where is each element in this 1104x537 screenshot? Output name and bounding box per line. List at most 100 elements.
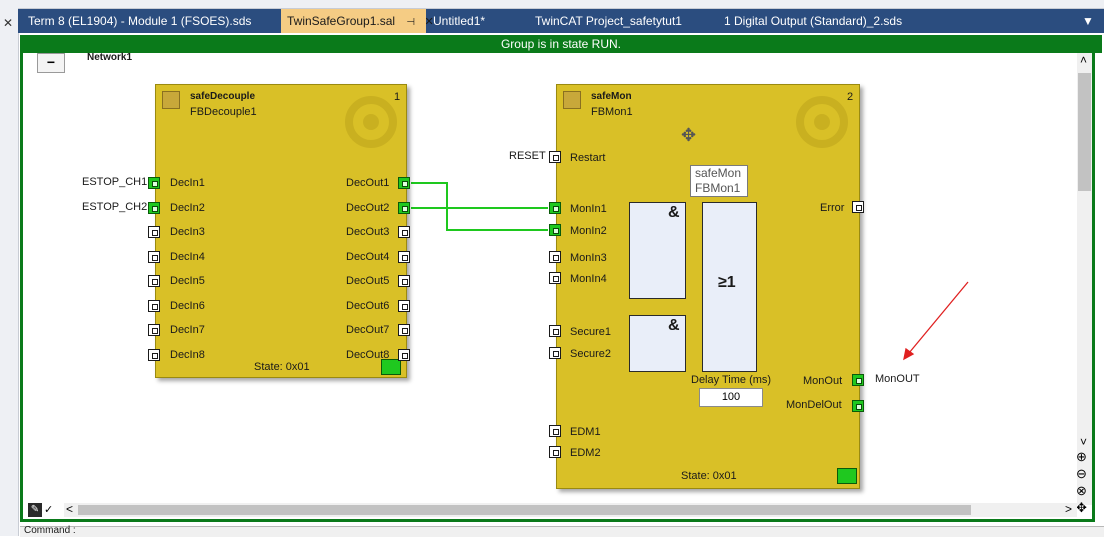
pen-icon[interactable]: ✎	[28, 503, 42, 517]
port-label-secure1: Secure1	[570, 326, 611, 338]
port-label-decout5: DecOut5	[346, 275, 390, 287]
fb-instance: FBMon1	[591, 106, 633, 118]
port-label-monin2: MonIn2	[570, 225, 607, 237]
zoom-out-icon[interactable]: ⊖	[1076, 466, 1087, 482]
fb-title: safeMon	[591, 91, 632, 102]
port-label-decout6: DecOut6	[346, 300, 390, 312]
port-decout7[interactable]	[398, 324, 410, 336]
or-symbol: ≥1	[718, 274, 736, 291]
port-label-decin5: DecIn5	[170, 275, 205, 287]
port-label-decin2: DecIn2	[170, 202, 205, 214]
port-secure2[interactable]	[549, 347, 561, 359]
fb-state: State: 0x01	[254, 361, 310, 373]
status-led-icon	[381, 359, 401, 375]
external-input-estop-ch1[interactable]: ESTOP_CH1	[82, 176, 147, 188]
and-symbol: &	[668, 317, 680, 334]
and-gate-2: &	[629, 315, 686, 372]
function-block-safedecouple[interactable]: safeDecouple FBDecouple1 1 DecIn1 DecIn2…	[155, 84, 407, 378]
function-block-safemon[interactable]: safeMon FBMon1 2 ✥ Restart MonIn1 MonIn2…	[556, 84, 860, 489]
zoom-toolbar: ⊕ ⊖ ⊗ ✥	[1075, 449, 1093, 519]
port-decin1[interactable]	[148, 177, 160, 189]
fb-type-icon	[162, 91, 180, 109]
port-edm1[interactable]	[549, 425, 561, 437]
port-mondelout[interactable]	[852, 400, 864, 412]
port-label-decout2: DecOut2	[346, 202, 390, 214]
port-monin3[interactable]	[549, 251, 561, 263]
port-label-restart: Restart	[570, 152, 606, 164]
move-cursor-icon: ✥	[681, 125, 697, 145]
port-decin4[interactable]	[148, 251, 160, 263]
port-label-decout4: DecOut4	[346, 251, 390, 263]
vertical-scrollbar[interactable]: ˄ ˅	[1077, 53, 1093, 505]
or-gate: ≥1	[702, 202, 757, 372]
fb-number: 1	[394, 91, 401, 103]
fb-title: safeDecouple	[190, 91, 256, 102]
port-label-monin3: MonIn3	[570, 252, 607, 264]
scroll-down-icon[interactable]: ˅	[1080, 435, 1087, 449]
port-monin1[interactable]	[549, 202, 561, 214]
port-edm2[interactable]	[549, 446, 561, 458]
zoom-fit-icon[interactable]: ⊗	[1076, 483, 1087, 499]
external-input-reset[interactable]: RESET	[509, 150, 546, 162]
port-monin4[interactable]	[549, 272, 561, 284]
port-decout8[interactable]	[398, 349, 410, 361]
port-label-decin6: DecIn6	[170, 300, 205, 312]
vertical-scroll-thumb[interactable]	[1078, 73, 1091, 191]
port-monin2[interactable]	[549, 224, 561, 236]
port-decin6[interactable]	[148, 300, 160, 312]
port-label-monout: MonOut	[803, 375, 843, 387]
port-label-decout7: DecOut7	[346, 324, 390, 336]
port-decout2[interactable]	[398, 202, 410, 214]
port-secure1[interactable]	[549, 325, 561, 337]
annotation-arrow	[903, 281, 969, 361]
port-restart[interactable]	[549, 151, 561, 163]
port-decout6[interactable]	[398, 300, 410, 312]
port-decin5[interactable]	[148, 275, 160, 287]
scroll-left-icon[interactable]: <	[66, 502, 73, 516]
port-label-error: Error	[820, 202, 845, 214]
port-label-edm1: EDM1	[570, 426, 601, 438]
and-symbol: &	[668, 204, 680, 221]
delay-time-label: Delay Time (ms)	[691, 374, 772, 386]
command-label: Command :	[24, 525, 76, 536]
select-icon[interactable]: ✓	[44, 503, 53, 516]
port-label-monin1: MonIn1	[570, 203, 607, 215]
fb-number: 2	[847, 91, 854, 103]
port-label-secure2: Secure2	[570, 348, 611, 360]
port-decin2[interactable]	[148, 202, 160, 214]
port-label-decin7: DecIn7	[170, 324, 205, 336]
port-label-decin8: DecIn8	[170, 349, 205, 361]
fb-instance: FBDecouple1	[190, 106, 257, 118]
status-led-icon	[837, 468, 857, 484]
port-label-decin4: DecIn4	[170, 251, 205, 263]
fb-state: State: 0x01	[681, 470, 737, 482]
port-decin3[interactable]	[148, 226, 160, 238]
port-monout[interactable]	[852, 374, 864, 386]
wire-decout1-monin2	[411, 182, 548, 231]
scroll-right-icon[interactable]: >	[1065, 502, 1072, 516]
port-decin8[interactable]	[148, 349, 160, 361]
pan-icon[interactable]: ✥	[1076, 500, 1087, 516]
port-error[interactable]	[852, 201, 864, 213]
scroll-up-icon[interactable]: ˄	[1080, 53, 1087, 67]
tooltip-line2: FBMon1	[695, 181, 741, 195]
tooltip-line1: safeMon	[695, 166, 742, 180]
port-label-decin3: DecIn3	[170, 226, 205, 238]
external-input-estop-ch2[interactable]: ESTOP_CH2	[82, 201, 147, 213]
port-label-mondelout: MonDelOut	[786, 399, 842, 411]
port-decout1[interactable]	[398, 177, 410, 189]
port-decin7[interactable]	[148, 324, 160, 336]
command-bar: Command :	[20, 525, 1104, 537]
port-decout5[interactable]	[398, 275, 410, 287]
horizontal-scroll-thumb[interactable]	[78, 505, 971, 515]
delay-time-input[interactable]: 100	[699, 388, 763, 407]
edit-mode-tools: ✎ ✓	[28, 503, 64, 517]
port-decout3[interactable]	[398, 226, 410, 238]
zoom-in-icon[interactable]: ⊕	[1076, 449, 1087, 465]
external-output-monout[interactable]: MonOUT	[875, 373, 920, 385]
horizontal-scrollbar[interactable]: < >	[64, 502, 1077, 517]
and-gate-1: &	[629, 202, 686, 299]
fb-type-icon	[563, 91, 581, 109]
port-decout4[interactable]	[398, 251, 410, 263]
port-label-edm2: EDM2	[570, 447, 601, 459]
